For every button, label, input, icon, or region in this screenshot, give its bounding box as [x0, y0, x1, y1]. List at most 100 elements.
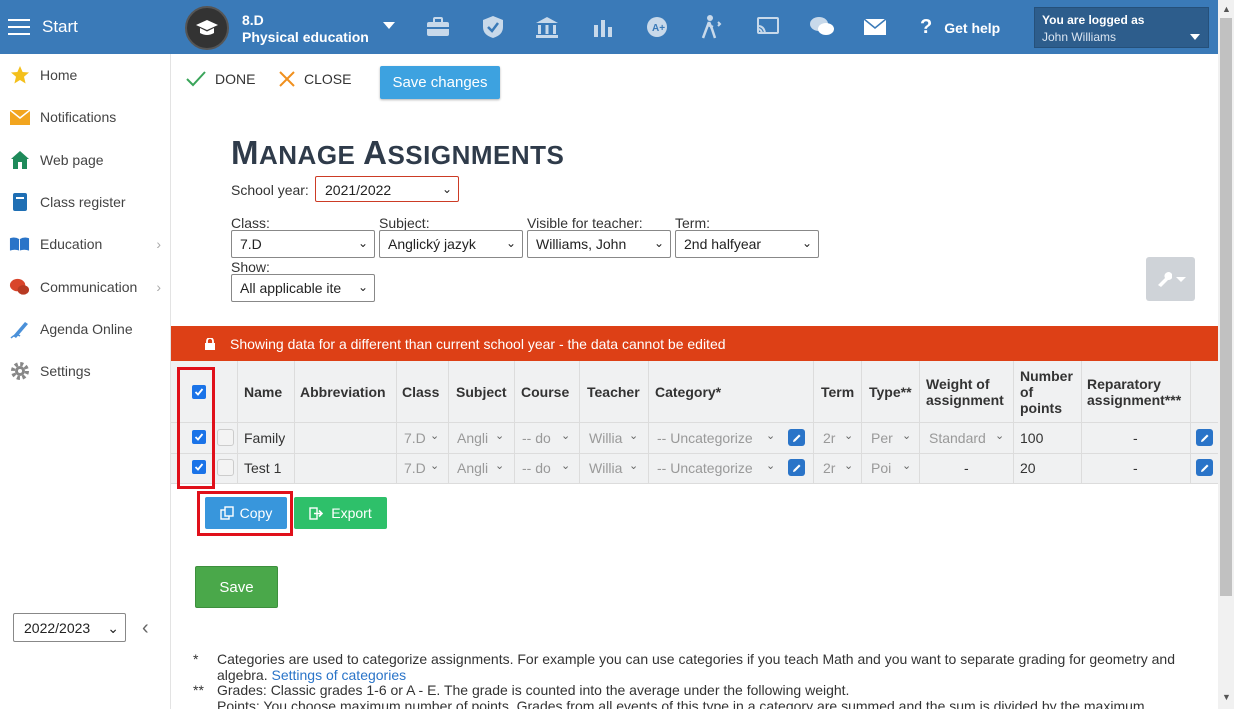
row-category[interactable]: -- Uncategorize — [657, 460, 771, 476]
chevron-down-icon: ⌄ — [107, 620, 119, 636]
collapse-sidebar-icon[interactable]: ‹ — [142, 617, 149, 640]
edit-category-icon[interactable] — [788, 429, 805, 446]
scroll-up-icon[interactable]: ▲ — [1222, 4, 1231, 14]
cast-screen-icon[interactable] — [754, 13, 782, 41]
column-header-abbreviation[interactable]: Abbreviation — [300, 361, 386, 422]
class-dropdown[interactable]: 7.D ⌄ — [231, 230, 375, 258]
export-button[interactable]: Export — [294, 497, 387, 529]
row-class[interactable]: 7.D — [404, 460, 426, 476]
book-icon — [9, 192, 30, 213]
chevron-down-icon: ⌄ — [357, 236, 368, 250]
logged-as-label: You are logged as — [1042, 13, 1145, 27]
subject-dropdown[interactable]: Anglický jazyk ⌄ — [379, 230, 523, 258]
sidebar-item-communication[interactable]: Communication › — [0, 267, 171, 307]
start-menu-button[interactable]: Start — [8, 0, 78, 54]
done-button[interactable]: DONE — [185, 70, 255, 88]
row-reparatory: - — [1133, 460, 1138, 476]
chevron-down-icon — [1190, 34, 1200, 40]
chevron-down-icon: ⌄ — [902, 430, 912, 442]
row-category[interactable]: -- Uncategorize — [657, 430, 771, 446]
chevron-right-icon: › — [156, 279, 161, 295]
term-label: Term: — [675, 215, 710, 231]
school-year-label: School year: — [231, 182, 309, 198]
row-subject[interactable]: Angli — [457, 430, 489, 446]
sidebar-item-class-register[interactable]: Class register — [0, 182, 171, 222]
svg-text:A+: A+ — [652, 23, 665, 34]
row-term[interactable]: 2r — [823, 430, 837, 446]
check-icon — [186, 71, 206, 87]
start-label: Start — [42, 17, 78, 36]
chevron-down-icon[interactable] — [383, 22, 395, 29]
save-button[interactable]: Save — [195, 566, 278, 608]
sidebar-item-settings[interactable]: Settings — [0, 351, 171, 391]
term-dropdown[interactable]: 2nd halfyear ⌄ — [675, 230, 819, 258]
user-menu[interactable]: You are logged as John Williams — [1034, 7, 1209, 48]
copy-button[interactable]: Copy — [205, 497, 287, 529]
column-header-category[interactable]: Category* — [655, 361, 721, 422]
column-header-name[interactable]: Name — [244, 361, 282, 422]
assignments-table: Name Abbreviation Class Subject Course T… — [171, 361, 1218, 484]
row-term[interactable]: 2r — [823, 460, 837, 476]
export-label: Export — [331, 505, 372, 521]
teacher-dropdown[interactable]: Williams, John ⌄ — [527, 230, 671, 258]
row-secondary-checkbox[interactable] — [217, 429, 234, 446]
column-header-reparatory[interactable]: Reparatory assignment*** — [1087, 361, 1181, 422]
user-name: John Williams — [1042, 30, 1117, 44]
sidebar-item-agenda-online[interactable]: Agenda Online — [0, 309, 171, 349]
briefcase-icon[interactable] — [424, 13, 452, 41]
row-secondary-checkbox[interactable] — [217, 459, 234, 476]
row-name: Test 1 — [244, 460, 282, 476]
row-teacher[interactable]: Willia — [589, 460, 625, 476]
row-class[interactable]: 7.D — [404, 430, 426, 446]
column-header-class[interactable]: Class — [402, 361, 439, 422]
row-course[interactable]: -- do — [522, 460, 558, 476]
sidebar-item-notifications[interactable]: Notifications — [0, 97, 171, 137]
edit-row-icon[interactable] — [1196, 429, 1213, 446]
close-button[interactable]: CLOSE — [278, 70, 351, 88]
lock-icon — [205, 338, 215, 350]
tools-menu-button[interactable] — [1146, 257, 1195, 301]
get-help-button[interactable]: ? Get help — [920, 16, 1000, 39]
chevron-down-icon: ⌄ — [902, 460, 912, 472]
row-teacher[interactable]: Willia — [589, 430, 625, 446]
page-scrollbar[interactable]: ▲ ▼ — [1218, 0, 1234, 709]
scroll-down-icon[interactable]: ▼ — [1222, 692, 1231, 702]
school-year-select[interactable]: 2022/2023 ⌄ — [13, 613, 126, 642]
column-header-subject[interactable]: Subject — [456, 361, 507, 422]
edit-row-icon[interactable] — [1196, 459, 1213, 476]
shield-icon[interactable] — [479, 13, 507, 41]
mail-icon[interactable] — [861, 13, 889, 41]
class-label: Class: — [231, 215, 270, 231]
column-header-teacher[interactable]: Teacher — [587, 361, 640, 422]
sidebar-item-web-page[interactable]: Web page — [0, 140, 171, 180]
save-changes-button[interactable]: Save changes — [380, 66, 500, 99]
column-header-term[interactable]: Term — [821, 361, 854, 422]
sidebar-item-education[interactable]: Education › — [0, 224, 171, 264]
show-label: Show: — [231, 259, 270, 275]
scrollbar-thumb[interactable] — [1220, 18, 1232, 596]
class-subject: Physical education — [242, 29, 369, 45]
row-name: Family — [244, 430, 286, 446]
row-type[interactable]: Poi — [871, 460, 895, 476]
warning-banner: Showing data for a different than curren… — [171, 326, 1218, 361]
column-header-weight[interactable]: Weight of assignment — [926, 361, 1004, 422]
sidebar-item-home[interactable]: Home — [0, 55, 171, 95]
question-icon: ? — [920, 16, 933, 38]
edit-category-icon[interactable] — [788, 459, 805, 476]
walking-person-icon[interactable] — [699, 13, 727, 41]
column-header-type[interactable]: Type** — [869, 361, 912, 422]
row-course[interactable]: -- do — [522, 430, 558, 446]
settings-of-categories-link[interactable]: Settings of categories — [271, 667, 406, 683]
row-weight[interactable]: Standard — [929, 430, 995, 446]
bank-icon[interactable] — [533, 13, 561, 41]
bar-chart-icon[interactable] — [589, 13, 617, 41]
grade-plus-icon[interactable]: A+ — [643, 13, 671, 41]
column-header-course[interactable]: Course — [521, 361, 569, 422]
show-dropdown[interactable]: All applicable ite ⌄ — [231, 274, 375, 302]
row-subject[interactable]: Angli — [457, 460, 489, 476]
row-type[interactable]: Per — [871, 430, 895, 446]
chat-bubbles-icon[interactable] — [808, 13, 836, 41]
school-year-dropdown[interactable]: 2021/2022 ⌄ — [315, 176, 459, 202]
column-header-points[interactable]: Number of points — [1020, 361, 1073, 422]
class-selector[interactable]: 8.D Physical education — [242, 12, 369, 46]
